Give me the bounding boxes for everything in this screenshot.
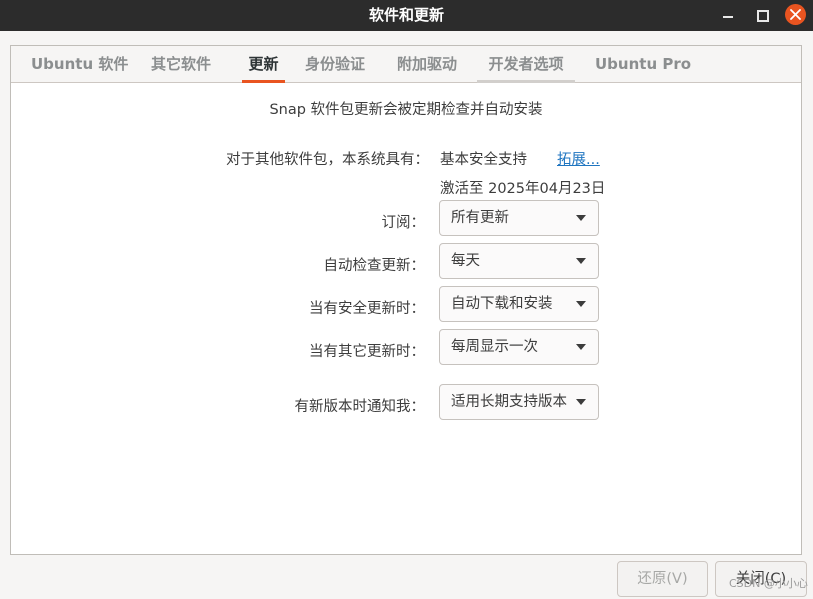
subscribed-dropdown[interactable]: 所有更新: [439, 200, 599, 236]
dropdown-arrow-icon: [576, 301, 586, 307]
auto-check-value: 每天: [451, 253, 480, 269]
security-updates-value: 自动下载和安装: [451, 296, 553, 312]
tab-ubuntu-software[interactable]: Ubuntu 软件: [31, 46, 128, 82]
other-updates-dropdown[interactable]: 每周显示一次: [439, 329, 599, 365]
dropdown-arrow-icon: [576, 399, 586, 405]
watermark: CSDN @小小心: [729, 577, 808, 590]
dropdown-arrow-icon: [576, 344, 586, 350]
tab-ubuntu-pro[interactable]: Ubuntu Pro: [595, 46, 691, 82]
tab-additional-drivers[interactable]: 附加驱动: [396, 46, 458, 82]
snap-notice: Snap 软件包更新会被定期检查并自动安装: [269, 102, 543, 118]
window-title: 软件和更新: [368, 6, 444, 24]
settings-notebook: Ubuntu 软件 其它软件 更新 身份验证 附加驱动 开发者选项 Ubuntu…: [10, 45, 802, 555]
auto-check-dropdown[interactable]: 每天: [439, 243, 599, 279]
revert-button[interactable]: 还原(V): [617, 561, 708, 597]
other-updates-label: 当有其它更新时：: [309, 344, 425, 360]
subscribed-label: 订阅：: [381, 215, 426, 231]
tab-bar: Ubuntu 软件 其它软件 更新 身份验证 附加驱动 开发者选项 Ubuntu…: [11, 46, 801, 83]
support-value: 基本安全支持: [440, 152, 527, 168]
software-and-updates-window: 软件和更新 Ubuntu 软件 其它软件 更新 身份验证 附加驱动 开发者选项 …: [0, 0, 813, 599]
security-updates-dropdown[interactable]: 自动下载和安装: [439, 286, 599, 322]
subscribed-value: 所有更新: [451, 210, 509, 226]
maximize-icon[interactable]: [752, 5, 772, 25]
tab-authentication[interactable]: 身份验证: [304, 46, 366, 82]
dropdown-arrow-icon: [576, 258, 586, 264]
notify-version-dropdown[interactable]: 适用长期支持版本: [439, 384, 599, 420]
notify-version-label: 有新版本时通知我：: [294, 399, 426, 415]
expand-support-link[interactable]: 拓展...: [557, 148, 600, 169]
auto-check-label: 自动检查更新：: [323, 258, 426, 274]
notify-version-value: 适用长期支持版本: [451, 394, 567, 410]
other-updates-value: 每周显示一次: [451, 339, 538, 355]
tab-updates[interactable]: 更新: [242, 46, 285, 83]
close-window-icon[interactable]: [785, 4, 806, 25]
updates-page: Snap 软件包更新会被定期检查并自动安装 对于其他软件包，本系统具有： 基本安…: [11, 84, 801, 554]
title-bar: 软件和更新: [0, 0, 813, 31]
support-label: 对于其他软件包，本系统具有：: [226, 152, 429, 168]
dropdown-arrow-icon: [576, 215, 586, 221]
activated-until: 激活至 2025年04月23日: [440, 181, 606, 197]
minimize-icon[interactable]: [718, 5, 738, 25]
tab-developer-options[interactable]: 开发者选项: [477, 46, 575, 83]
security-updates-label: 当有安全更新时：: [309, 301, 425, 317]
tab-other-software[interactable]: 其它软件: [150, 46, 212, 82]
